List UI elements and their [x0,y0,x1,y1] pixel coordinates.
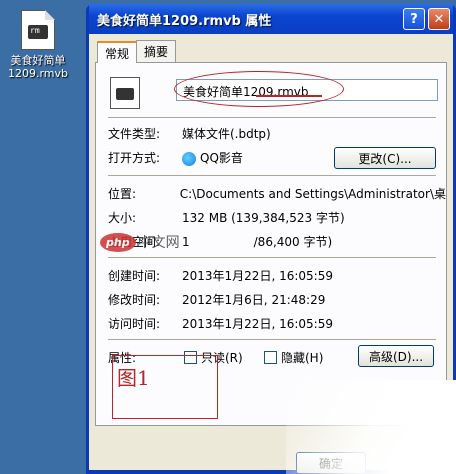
tab-general[interactable]: 常规 [97,41,138,63]
help-button[interactable]: ? [403,8,425,30]
open-with-label: 打开方式: [108,151,161,165]
window-title: 美食好简单1209.rmvb 属性 [97,13,272,29]
change-button[interactable]: 更改(C)... [334,147,436,169]
figure-annotation-box: 图1 [112,355,218,419]
size-on-disk-value: 1/86,400 字节) [182,235,333,249]
figure-label: 图1 [117,366,150,390]
title-bar[interactable]: 美食好简单1209.rmvb 属性 ? ✕ [89,4,453,34]
corner-fade-overlay [286,380,456,474]
modified-row: 修改时间: 2012年1月6日, 21:48:29 [108,291,325,308]
tab-summary[interactable]: 摘要 [136,40,177,62]
red-underline-annotation [256,95,322,97]
watermark-text: 中文网 [137,235,180,251]
created-value: 2013年1月22日, 16:05:59 [182,269,333,283]
rmvb-file-icon [21,10,55,50]
close-button[interactable]: ✕ [428,8,450,30]
divider [108,175,436,176]
modified-label: 修改时间: [108,293,161,307]
size-value: 132 MB (139,384,523 字节) [182,211,345,225]
created-label: 创建时间: [108,269,161,283]
red-ellipse-annotation [174,71,344,107]
size-row: 大小: 132 MB (139,384,523 字节) [108,209,345,226]
accessed-label: 访问时间: [108,317,161,331]
accessed-row: 访问时间: 2013年1月22日, 16:05:59 [108,315,333,332]
modified-value: 2012年1月6日, 21:48:29 [182,293,326,307]
file-type-row: 文件类型: 媒体文件(.bdtp) [108,125,271,142]
size-label: 大小: [108,211,137,225]
divider [108,339,436,340]
divider [108,117,436,118]
location-value: C:\Documents and Settings\Administrator\… [179,187,446,201]
location-label: 位置: [108,187,137,201]
advanced-button[interactable]: 高级(D)... [358,345,434,367]
created-row: 创建时间: 2013年1月22日, 16:05:59 [108,267,333,284]
tab-strip: 常规 摘要 [95,40,447,63]
hidden-checkbox-row[interactable]: 隐藏(H) [264,349,323,366]
qq-player-icon [182,151,196,166]
desktop-file-label: 美食好简单 1209.rmvb [7,54,69,80]
accessed-value: 2013年1月22日, 16:05:59 [182,317,333,331]
hidden-checkbox[interactable] [264,351,277,364]
open-with-value: QQ影音 [200,151,243,165]
file-type-icon [110,77,140,109]
hidden-label: 隐藏(H) [281,351,324,365]
watermark-logo: php [100,232,136,252]
open-with-row: 打开方式: QQ影音 [108,149,243,166]
file-type-value: 媒体文件(.bdtp) [182,127,271,141]
watermark: php 中文网 [100,232,180,252]
file-type-label: 文件类型: [108,127,161,141]
location-row: 位置: C:\Documents and Settings\Administra… [108,185,446,202]
divider [108,257,436,258]
desktop-file-icon[interactable]: 美食好简单 1209.rmvb [2,6,74,80]
